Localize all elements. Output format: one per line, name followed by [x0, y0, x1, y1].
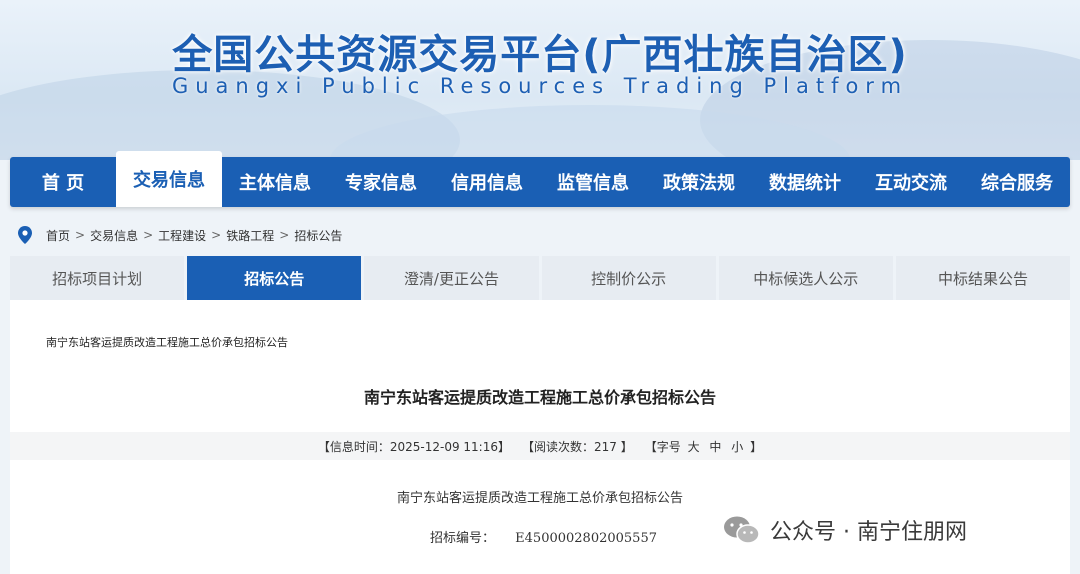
nav-item-trading-info[interactable]: 交易信息 — [116, 151, 222, 207]
wechat-icon — [724, 516, 760, 544]
breadcrumb-construction[interactable]: 工程建设 — [158, 227, 206, 244]
tab-tender-plan[interactable]: 招标项目计划 — [10, 256, 185, 300]
font-small-button[interactable]: 小 — [731, 440, 743, 454]
watermark: 公众号 · 南宁住朋网 — [722, 512, 967, 548]
tab-control-price[interactable]: 控制价公示 — [541, 256, 716, 300]
breadcrumb: 首页 > 交易信息 > 工程建设 > 铁路工程 > 招标公告 — [18, 225, 342, 245]
subtabs: 招标项目计划 招标公告 澄清/更正公告 控制价公示 中标候选人公示 中标结果公告 — [10, 256, 1071, 300]
font-large-button[interactable]: 大 — [688, 440, 700, 454]
font-medium-button[interactable]: 中 — [709, 440, 721, 454]
location-pin-icon — [18, 226, 32, 244]
nav-item-policy[interactable]: 政策法规 — [646, 157, 752, 207]
watermark-text: 公众号 · 南宁住朋网 — [770, 520, 967, 545]
breadcrumb-railway[interactable]: 铁路工程 — [226, 227, 274, 244]
breadcrumb-tender-notice[interactable]: 招标公告 — [294, 227, 342, 244]
breadcrumb-separator: > — [143, 228, 154, 242]
nav-item-supervision-info[interactable]: 监管信息 — [540, 157, 646, 207]
breadcrumb-home[interactable]: 首页 — [46, 227, 70, 244]
project-number-label: 招标编号： — [430, 531, 496, 546]
nav-item-entity-info[interactable]: 主体信息 — [222, 157, 328, 207]
view-count: 【阅读次数：217 】 — [522, 439, 633, 454]
nav-item-credit-info[interactable]: 信用信息 — [434, 157, 540, 207]
nav-item-services[interactable]: 综合服务 — [964, 157, 1070, 207]
site-banner: 全国公共资源交易平台(广西壮族自治区) Guangxi Public Resou… — [0, 0, 1080, 160]
breadcrumb-separator: > — [211, 228, 222, 242]
tab-tender-notice[interactable]: 招标公告 — [187, 256, 362, 300]
nav-item-expert-info[interactable]: 专家信息 — [328, 157, 434, 207]
nav-item-interaction[interactable]: 互动交流 — [858, 157, 964, 207]
nav-item-home[interactable]: 首 页 — [10, 157, 116, 207]
font-size-label: 【字号 — [644, 439, 681, 454]
publish-time: 【信息时间：2025-12-09 11:16】 — [317, 439, 510, 454]
project-number-value: E4500002802005557 — [515, 531, 657, 546]
tab-candidate[interactable]: 中标候选人公示 — [718, 256, 893, 300]
site-subtitle: Guangxi Public Resources Trading Platfor… — [171, 74, 909, 98]
article-title: 南宁东站客运提质改造工程施工总价承包招标公告 — [363, 388, 716, 407]
tab-result[interactable]: 中标结果公告 — [895, 256, 1071, 300]
tab-clarification[interactable]: 澄清/更正公告 — [364, 256, 539, 300]
breadcrumb-separator: > — [279, 228, 290, 242]
article-meta-bar: 【信息时间：2025-12-09 11:16】 【阅读次数：217 】 【字号 … — [10, 432, 1070, 460]
main-nav: 首 页 交易信息 主体信息 专家信息 信用信息 监管信息 政策法规 数据统计 互… — [10, 151, 1070, 207]
font-size-control: 【字号 大 中 小 】 — [645, 438, 762, 455]
article-crumb-title: 南宁东站客运提质改造工程施工总价承包招标公告 — [46, 336, 288, 349]
font-size-close: 】 — [750, 439, 763, 454]
project-number: 招标编号： E4500002802005557 — [430, 527, 657, 546]
nav-item-statistics[interactable]: 数据统计 — [752, 157, 858, 207]
breadcrumb-trading-info[interactable]: 交易信息 — [90, 227, 138, 244]
article-body-title: 南宁东站客运提质改造工程施工总价承包招标公告 — [396, 491, 683, 506]
breadcrumb-separator: > — [75, 228, 86, 242]
site-title: 全国公共资源交易平台(广西壮族自治区) — [172, 32, 908, 78]
